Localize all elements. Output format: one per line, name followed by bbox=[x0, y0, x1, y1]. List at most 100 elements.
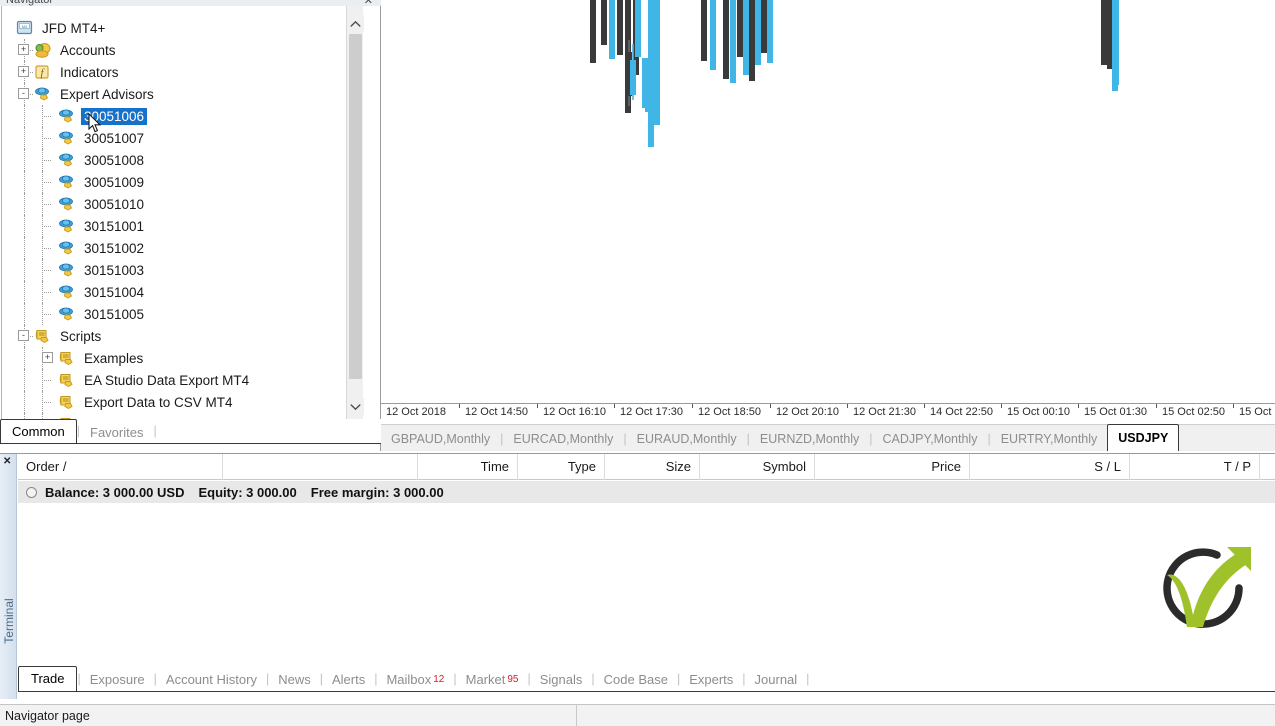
collapse-icon[interactable]: - bbox=[18, 330, 29, 341]
terminal-tab-label: Alerts bbox=[332, 672, 365, 687]
tree-guide-line bbox=[42, 226, 51, 227]
navigator-scrollbar[interactable] bbox=[346, 6, 363, 420]
balance-value: Balance: 3 000.00 USD bbox=[45, 485, 184, 500]
column-header-type[interactable]: Type bbox=[518, 454, 605, 480]
expand-icon[interactable]: + bbox=[42, 352, 53, 363]
tree-item-30051009[interactable]: 30051009 bbox=[2, 171, 347, 193]
script-icon bbox=[34, 328, 52, 344]
terminal-tab-mailbox[interactable]: Mailbox12 bbox=[377, 669, 453, 691]
tab-separator: | bbox=[806, 667, 809, 691]
chevron-down-icon[interactable] bbox=[347, 398, 364, 415]
chart-tab-euraud-monthly[interactable]: EURAUD,Monthly bbox=[627, 427, 747, 451]
terminal-tab-label: Experts bbox=[689, 672, 733, 687]
chart-tab-cadjpy-monthly[interactable]: CADJPY,Monthly bbox=[873, 427, 988, 451]
chart-tab-bar[interactable]: GBPAUD,Monthly|EURCAD,Monthly|EURAUD,Mon… bbox=[381, 424, 1275, 451]
terminal-tab-journal[interactable]: Journal bbox=[746, 669, 807, 691]
chart-tab-eurcad-monthly[interactable]: EURCAD,Monthly bbox=[503, 427, 623, 451]
tree-item-30051008[interactable]: 30051008 bbox=[2, 149, 347, 171]
tree-item-accounts[interactable]: + Accounts bbox=[2, 39, 347, 61]
axis-tick-mark bbox=[770, 404, 771, 408]
tree-item-label: Expert Advisors bbox=[57, 86, 157, 103]
terminal-tab-label: Code Base bbox=[604, 672, 668, 687]
ea-icon bbox=[58, 262, 76, 278]
axis-tick-label: 15 Oct 0 bbox=[1239, 406, 1275, 418]
tree-item-30151005[interactable]: 30151005 bbox=[2, 303, 347, 325]
tree-item-expert-advisors[interactable]: - Expert Advisors bbox=[2, 83, 347, 105]
tree-item-indicators[interactable]: +fIndicators bbox=[2, 61, 347, 83]
tree-item-jfd-mt4-[interactable]: M4JFD MT4+ bbox=[2, 17, 347, 39]
terminal-tab-news[interactable]: News bbox=[269, 669, 320, 691]
tree-item-examples[interactable]: + Examples bbox=[2, 347, 347, 369]
tree-item-ea-studio-data-export-mt4[interactable]: EA Studio Data Export MT4 bbox=[2, 369, 347, 391]
column-header-symbol[interactable]: Symbol bbox=[700, 454, 815, 480]
navigator-tab-common[interactable]: Common bbox=[0, 419, 77, 443]
axis-tick-label: 14 Oct 22:50 bbox=[930, 406, 993, 418]
chart-tab-eurtry-monthly[interactable]: EURTRY,Monthly bbox=[991, 427, 1108, 451]
tree-guide-line bbox=[42, 270, 51, 271]
axis-tick-mark bbox=[924, 404, 925, 408]
terminal-close-icon[interactable]: ✕ bbox=[3, 456, 11, 467]
ea-icon bbox=[58, 306, 76, 322]
axis-tick-label: 12 Oct 2018 bbox=[386, 406, 446, 418]
expand-icon[interactable]: + bbox=[18, 44, 29, 55]
tab-separator: | bbox=[153, 419, 156, 443]
terminal-tab-signals[interactable]: Signals bbox=[531, 669, 592, 691]
column-header-t-p[interactable]: T / P bbox=[1130, 454, 1260, 480]
tree-item-30151001[interactable]: 30151001 bbox=[2, 215, 347, 237]
navigator-tab-bar[interactable]: Common|Favorites| bbox=[0, 419, 381, 443]
tree-guide-line bbox=[24, 391, 25, 413]
column-header-time[interactable]: Time bbox=[418, 454, 518, 480]
terminal-tab-experts[interactable]: Experts bbox=[680, 669, 742, 691]
trade-grid[interactable]: Order / TimeTypeSizeSymbolPriceS / LT / P… bbox=[18, 454, 1275, 699]
navigator-tree[interactable]: M4JFD MT4+ + Accounts +fIndicators - Expert A… bbox=[1, 6, 363, 420]
tree-item-30151003[interactable]: 30151003 bbox=[2, 259, 347, 281]
collapse-icon[interactable]: - bbox=[18, 88, 29, 99]
mouse-cursor bbox=[88, 113, 102, 133]
scrollbar-thumb[interactable] bbox=[349, 34, 362, 379]
column-header-order-[interactable]: Order / bbox=[18, 454, 223, 480]
terminal-tab-code-base[interactable]: Code Base bbox=[595, 669, 677, 691]
chart-tab-eurnzd-monthly[interactable]: EURNZD,Monthly bbox=[750, 427, 869, 451]
axis-tick-mark bbox=[692, 404, 693, 408]
tree-item-30151002[interactable]: 30151002 bbox=[2, 237, 347, 259]
chart-tab-usdjpy[interactable]: USDJPY bbox=[1107, 424, 1179, 451]
tree-guide-line bbox=[42, 116, 51, 117]
column-header-s-l[interactable]: S / L bbox=[970, 454, 1130, 480]
expand-icon[interactable]: + bbox=[18, 66, 29, 77]
tree-item-30151004[interactable]: 30151004 bbox=[2, 281, 347, 303]
tree-guide-line bbox=[24, 193, 25, 215]
tree-item-30051006[interactable]: 30051006 bbox=[2, 105, 347, 127]
tree-guide-line bbox=[42, 380, 51, 381]
tree-item-export-data-to-csv-mt4[interactable]: Export Data to CSV MT4 bbox=[2, 391, 347, 413]
tree-item-label: 30051010 bbox=[81, 196, 147, 213]
chart-tab-gbpaud-monthly[interactable]: GBPAUD,Monthly bbox=[381, 427, 500, 451]
script-icon bbox=[58, 394, 76, 410]
tree-item-label: Scripts bbox=[57, 328, 104, 345]
terminal-tab-alerts[interactable]: Alerts bbox=[323, 669, 374, 691]
terminal-tab-account-history[interactable]: Account History bbox=[157, 669, 266, 691]
tree-item-label: Accounts bbox=[57, 42, 119, 59]
tree-item-label: Export Data to CSV MT4 bbox=[81, 394, 236, 411]
navigator-tab-favorites[interactable]: Favorites bbox=[80, 422, 153, 443]
tree-guide-line bbox=[24, 215, 25, 237]
tree-guide-line bbox=[42, 248, 51, 249]
tree-item-30051010[interactable]: 30051010 bbox=[2, 193, 347, 215]
terminal-tab-exposure[interactable]: Exposure bbox=[81, 669, 154, 691]
tree-item-30051007[interactable]: 30051007 bbox=[2, 127, 347, 149]
tree-guide-line bbox=[42, 292, 51, 293]
terminal-tab-market[interactable]: Market95 bbox=[457, 669, 528, 691]
axis-tick-mark bbox=[1078, 404, 1079, 408]
trade-grid-header[interactable]: Order / TimeTypeSizeSymbolPriceS / LT / P bbox=[18, 454, 1275, 480]
terminal-tab-trade[interactable]: Trade bbox=[18, 666, 77, 691]
tree-item-scripts[interactable]: - Scripts bbox=[2, 325, 347, 347]
tree-item-label: JFD MT4+ bbox=[39, 20, 108, 37]
tree-item-label: Examples bbox=[81, 350, 146, 367]
navigator-close-icon[interactable]: ✕ bbox=[364, 0, 373, 6]
column-header-size[interactable]: Size bbox=[605, 454, 700, 480]
column-header-price[interactable]: Price bbox=[815, 454, 970, 480]
checkmark-arrow-logo bbox=[1155, 541, 1255, 635]
chevron-up-icon[interactable] bbox=[347, 15, 364, 32]
terminal-tab-bar[interactable]: Trade|Exposure|Account History|News|Aler… bbox=[18, 666, 1275, 691]
tree-guide-line bbox=[42, 314, 51, 315]
column-header-blank-1[interactable] bbox=[223, 454, 418, 480]
